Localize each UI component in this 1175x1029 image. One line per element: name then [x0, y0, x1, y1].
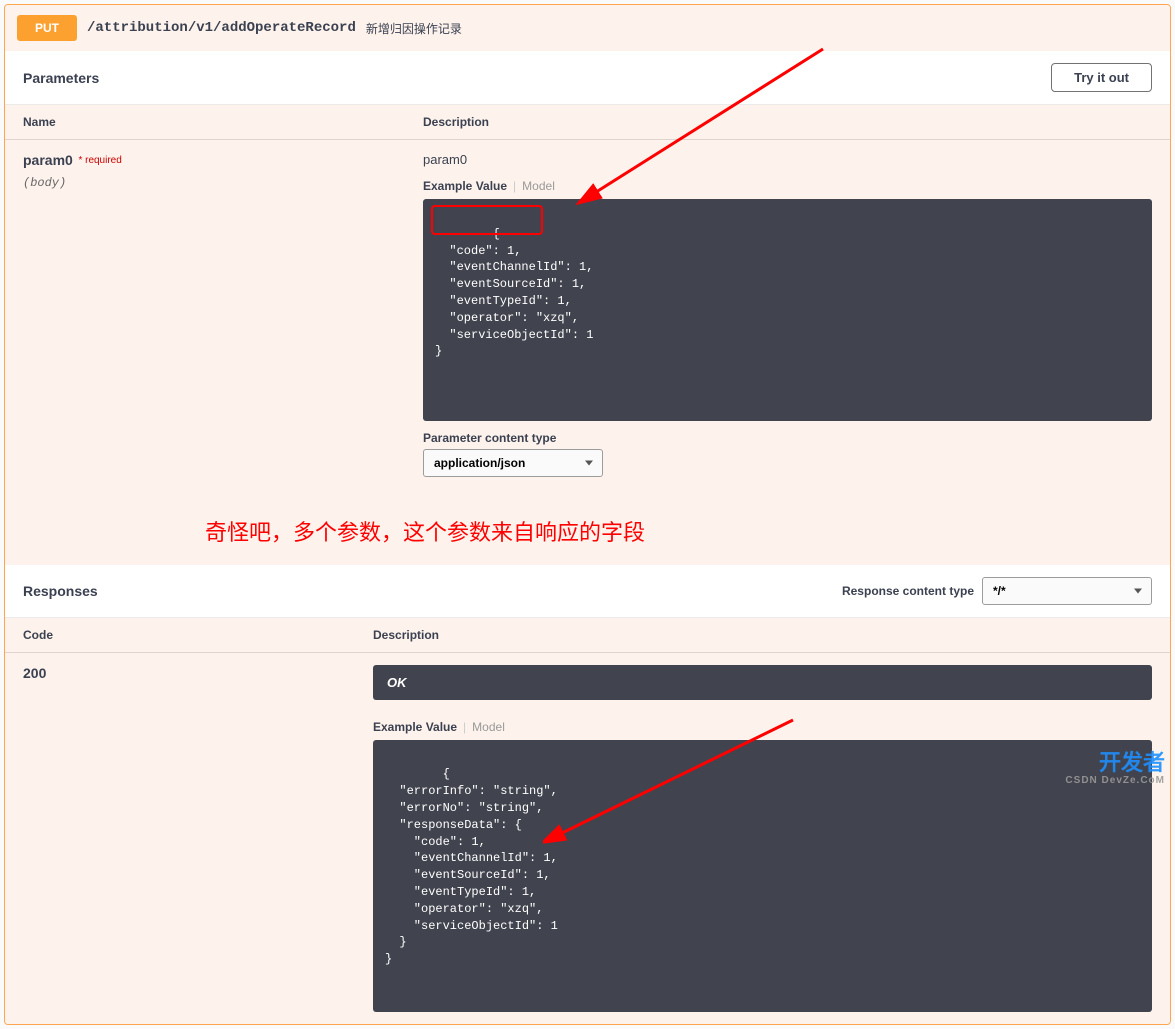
- endpoint-summary: 新增归因操作记录: [366, 20, 462, 37]
- params-table-head: Name Description: [5, 105, 1170, 140]
- param-content-type-select[interactable]: application/json: [423, 449, 603, 477]
- response-status: OK: [373, 665, 1152, 700]
- endpoint-container: PUT /attribution/v1/addOperateRecord 新增归…: [4, 4, 1171, 1025]
- param-desc-label: param0: [423, 152, 1152, 167]
- response-right: OK Example Value | Model { "errorInfo": …: [373, 665, 1152, 1012]
- try-it-out-button[interactable]: Try it out: [1051, 63, 1152, 92]
- tab-separator-resp: |: [463, 720, 466, 734]
- response-code: 200: [23, 665, 46, 681]
- response-row: 200 OK Example Value | Model { "errorInf…: [5, 653, 1170, 1024]
- col-name-header: Name: [23, 115, 423, 129]
- parameters-title: Parameters: [23, 70, 99, 86]
- tab-model[interactable]: Model: [522, 179, 555, 193]
- param-in: (body): [23, 176, 423, 190]
- param-left: param0 * required (body): [23, 152, 423, 477]
- col-desc-header-resp: Description: [373, 628, 1152, 642]
- col-desc-header: Description: [423, 115, 1152, 129]
- param-row: param0 * required (body) param0 Example …: [5, 140, 1170, 497]
- param-name: param0: [23, 152, 73, 168]
- response-example-code[interactable]: { "errorInfo": "string", "errorNo": "str…: [373, 740, 1152, 1012]
- response-ct-group: Response content type */*: [842, 577, 1152, 605]
- tab-model-resp[interactable]: Model: [472, 720, 505, 734]
- col-code-header: Code: [23, 628, 373, 642]
- response-content-type-label: Response content type: [842, 584, 974, 598]
- response-content-type-select-wrap: */*: [982, 577, 1152, 605]
- responses-header: Responses Response content type */*: [5, 565, 1170, 618]
- response-content-type-select[interactable]: */*: [982, 577, 1152, 605]
- endpoint-path: /attribution/v1/addOperateRecord: [87, 20, 356, 36]
- annotation-text: 奇怪吧，多个参数，这个参数来自响应的字段: [5, 497, 1170, 565]
- tab-example-value[interactable]: Example Value: [423, 179, 507, 193]
- required-marker: * required: [76, 155, 121, 166]
- param-right: param0 Example Value | Model { "code": 1…: [423, 152, 1152, 477]
- param-content-type-select-wrap: application/json: [423, 449, 603, 477]
- tab-separator: |: [513, 179, 516, 193]
- response-left: 200: [23, 665, 373, 1012]
- endpoint-header[interactable]: PUT /attribution/v1/addOperateRecord 新增归…: [5, 5, 1170, 51]
- code-text: { "code": 1, "eventChannelId": 1, "event…: [435, 227, 593, 359]
- http-method-badge: PUT: [17, 15, 77, 41]
- tab-example-value-resp[interactable]: Example Value: [373, 720, 457, 734]
- param-tabs: Example Value | Model: [423, 179, 1152, 193]
- resp-tabs: Example Value | Model: [373, 720, 1152, 734]
- annotation-highlight-box: [431, 205, 543, 235]
- param-example-code[interactable]: { "code": 1, "eventChannelId": 1, "event…: [423, 199, 1152, 421]
- resp-table-head: Code Description: [5, 618, 1170, 653]
- param-content-type-label: Parameter content type: [423, 431, 1152, 445]
- responses-title: Responses: [23, 583, 98, 599]
- parameters-header: Parameters Try it out: [5, 51, 1170, 105]
- code-text-resp: { "errorInfo": "string", "errorNo": "str…: [385, 767, 558, 966]
